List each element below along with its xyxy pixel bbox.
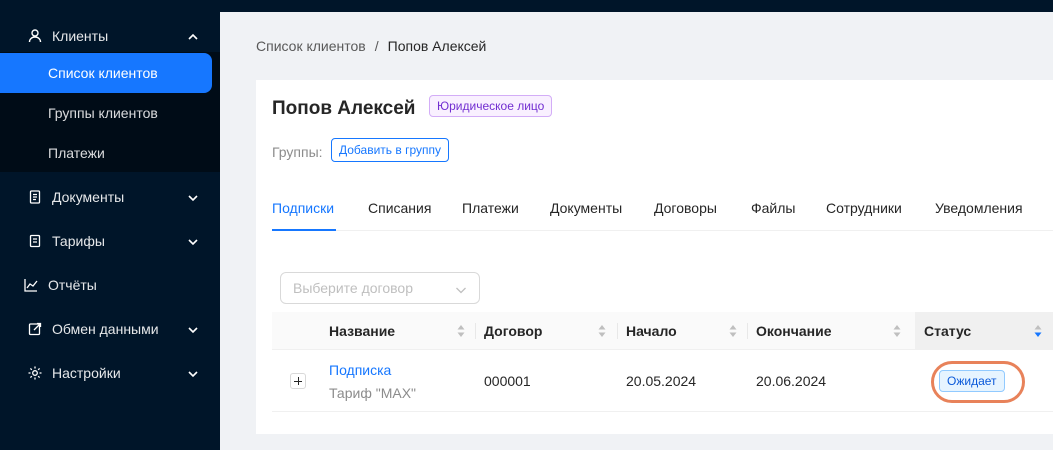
column-divider <box>475 323 476 339</box>
sidebar-item-client-groups[interactable]: Группы клиентов <box>0 93 212 133</box>
column-header-end[interactable]: Окончание <box>756 312 906 350</box>
subscription-tariff: Тариф "MAX" <box>329 385 417 401</box>
sort-descend-icon <box>1034 324 1042 338</box>
chevron-up-icon <box>187 30 199 42</box>
sidebar-item-label: Обмен данными <box>52 321 159 337</box>
breadcrumb: Список клиентов / Попов Алексей <box>256 38 486 54</box>
column-header-label: Название <box>329 323 396 339</box>
start-date: 20.05.2024 <box>626 373 697 389</box>
sidebar-item-reports[interactable]: Отчёты <box>0 265 220 305</box>
sidebar-item-client-list[interactable]: Список клиентов <box>0 53 212 93</box>
tab-subscriptions[interactable]: Подписки <box>272 200 334 216</box>
column-header-label: Договор <box>484 323 543 339</box>
groups-label: Группы: <box>272 144 323 160</box>
exchange-icon <box>27 321 43 337</box>
tab-charges[interactable]: Списания <box>368 200 431 216</box>
column-header-label: Окончание <box>756 323 832 339</box>
sidebar-item-label: Отчёты <box>48 277 97 293</box>
column-header-contract[interactable]: Договор <box>484 312 614 350</box>
chevron-down-icon <box>187 323 199 335</box>
sort-icon <box>598 324 606 338</box>
sort-icon <box>457 324 465 338</box>
breadcrumb-separator: / <box>374 38 379 54</box>
contract-select-placeholder: Выберите договор <box>293 280 413 296</box>
expand-row-button[interactable] <box>290 373 306 389</box>
column-header-label: Начало <box>626 323 677 339</box>
chart-icon <box>23 277 39 293</box>
tab-contracts[interactable]: Договоры <box>654 200 717 216</box>
breadcrumb-client-list-link[interactable]: Список клиентов <box>256 38 366 54</box>
sort-icon <box>893 324 901 338</box>
sidebar-item-tariffs[interactable]: Тарифы <box>0 221 220 261</box>
client-card: Попов Алексей Юридическое лицо Группы: Д… <box>256 80 1053 434</box>
client-type-badge: Юридическое лицо <box>429 95 553 117</box>
sidebar-item-clients[interactable]: Клиенты <box>0 16 220 56</box>
sidebar-item-label: Настройки <box>52 365 121 381</box>
chevron-down-icon <box>187 191 199 203</box>
client-tabs: Подписки Списания Платежи Документы Дого… <box>272 186 1053 231</box>
sidebar-item-label: Клиенты <box>52 28 109 44</box>
tab-notifications[interactable]: Уведомления <box>935 200 1023 216</box>
sidebar-item-label: Документы <box>52 189 125 205</box>
column-header-start[interactable]: Начало <box>626 312 752 350</box>
tab-employees[interactable]: Сотрудники <box>826 200 902 216</box>
main-content: Список клиентов / Попов Алексей Попов Алек… <box>220 12 1053 450</box>
column-divider <box>747 323 748 339</box>
sidebar: Клиенты Список клиентов Группы клиентов … <box>0 0 220 450</box>
chevron-down-icon <box>187 367 199 379</box>
add-to-group-button[interactable]: Добавить в группу <box>331 138 449 162</box>
contract-select[interactable]: Выберите договор <box>280 272 480 304</box>
tab-documents[interactable]: Документы <box>550 200 622 216</box>
user-icon <box>27 28 43 44</box>
submenu-clients: Список клиентов Группы клиентов Платежи <box>0 52 220 172</box>
sidebar-item-data-exchange[interactable]: Обмен данными <box>0 309 220 349</box>
sort-icon <box>729 324 737 338</box>
subscription-name-link[interactable]: Подписка <box>329 362 391 378</box>
active-tab-indicator <box>272 229 336 231</box>
contract-number: 000001 <box>484 373 531 389</box>
gear-icon <box>27 365 43 381</box>
column-header-label: Статус <box>924 323 972 339</box>
sidebar-item-documents[interactable]: Документы <box>0 177 220 217</box>
breadcrumb-current: Попов Алексей <box>387 38 487 54</box>
sidebar-item-payments[interactable]: Платежи <box>0 133 212 173</box>
tab-files[interactable]: Файлы <box>751 200 795 216</box>
page-title: Попов Алексей <box>272 98 416 119</box>
table-row: Подписка Тариф "MAX" 000001 20.05.2024 2… <box>272 350 1053 412</box>
tariff-icon <box>27 233 43 249</box>
status-highlight-annotation <box>931 361 1025 403</box>
column-header-name[interactable]: Название <box>329 312 469 350</box>
column-divider <box>617 323 618 339</box>
sidebar-item-settings[interactable]: Настройки <box>0 353 220 393</box>
chevron-down-icon <box>187 235 199 247</box>
chevron-down-icon <box>455 283 467 295</box>
end-date: 20.06.2024 <box>756 373 827 389</box>
table-header: Название Договор Начало Окончание Статус <box>272 312 1053 350</box>
column-header-status[interactable]: Статус <box>915 312 1053 350</box>
tab-payments[interactable]: Платежи <box>462 200 519 216</box>
sidebar-item-label: Тарифы <box>52 233 105 249</box>
document-icon <box>27 189 43 205</box>
